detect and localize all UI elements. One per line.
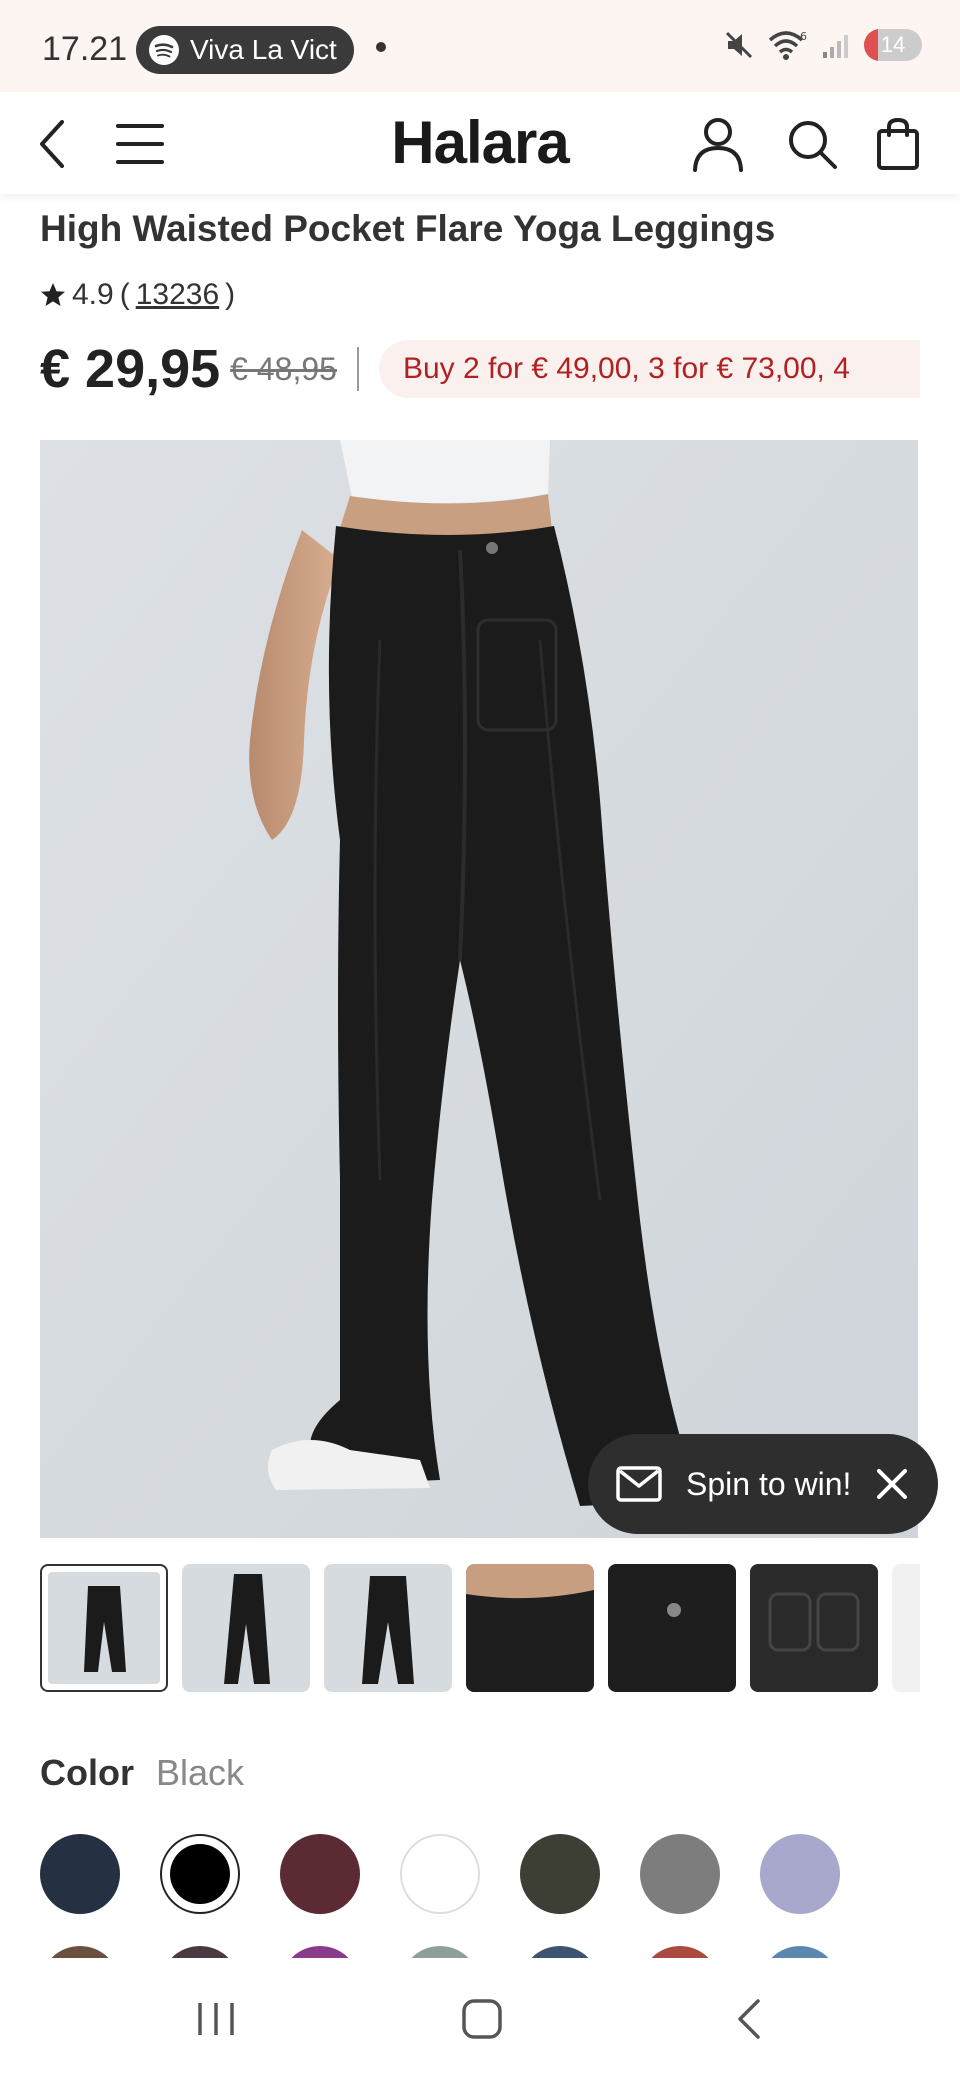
svg-text:6: 6 [800,30,807,43]
wifi-icon: 6 [768,30,807,60]
price-row: € 29,95 € 48,95 Buy 2 for € 49,00, 3 for… [40,334,920,404]
swatch-rust[interactable] [640,1946,720,1958]
swatch-magenta[interactable] [280,1946,360,1958]
swatch-burgundy[interactable] [280,1834,360,1914]
leggings-photo [40,440,918,1538]
price-divider [356,347,359,391]
thumbnail-3[interactable] [324,1564,452,1692]
battery-level: 14 [880,32,906,57]
system-navigation-bar [0,1958,960,2080]
notification-dot-icon [376,42,386,52]
image-thumbnail-strip[interactable] [40,1564,920,1694]
thumbnail-6[interactable] [750,1564,878,1692]
swatch-brown[interactable] [40,1946,120,1958]
swatch-black[interactable] [160,1834,240,1914]
bundle-promo-badge[interactable]: Buy 2 for € 49,00, 3 for € 73,00, 4 [378,340,920,398]
shopping-bag-button[interactable] [872,117,924,170]
swatch-navy[interactable] [40,1834,120,1914]
app-header: Halara [0,92,960,194]
search-button[interactable] [786,118,838,170]
signal-icon [823,35,848,58]
home-button[interactable] [452,1994,512,2044]
search-icon [789,121,837,169]
paren-open: ( [119,278,130,311]
now-playing-title: Viva La Vict [190,34,337,65]
spotify-icon [149,35,179,65]
swatch-sky-blue[interactable] [760,1946,840,1958]
swatch-sage[interactable] [400,1946,480,1958]
status-icons: 6 14 [722,28,922,62]
recent-apps-icon [198,2003,234,2035]
system-back-icon [738,1999,760,2039]
status-bar: 17.21 Viva La Vict 6 14 [0,0,960,92]
sale-price: € 29,95 [40,339,221,399]
selected-color-name: Black [156,1752,245,1793]
mail-icon [616,1461,662,1507]
spin-to-win-popup[interactable]: Spin to win! [588,1434,938,1534]
mute-icon [725,31,753,59]
original-price: € 48,95 [230,350,337,387]
rating-row: 4.9 ( 13236 ) [40,278,235,312]
color-label: Color [40,1752,134,1793]
recent-apps-button[interactable] [186,1994,246,2044]
now-playing-pill[interactable]: Viva La Vict [136,26,354,74]
rating-value: 4.9 [72,278,114,311]
swatch-white[interactable] [400,1834,480,1914]
swatch-olive[interactable] [520,1834,600,1914]
thumbnail-4[interactable] [466,1564,594,1692]
battery-indicator: 14 [864,29,922,61]
product-title: High Waisted Pocket Flare Yoga Leggings [40,208,776,249]
spin-to-win-label: Spin to win! [686,1465,852,1502]
account-icon [693,118,743,172]
paren-close: ) [225,278,236,311]
swatch-lavender[interactable] [760,1834,840,1914]
thumbnail-5[interactable] [608,1564,736,1692]
product-main-image[interactable] [40,440,918,1538]
close-popup-button[interactable] [872,1464,912,1504]
status-time: 17.21 [42,30,128,68]
close-icon [877,1469,907,1499]
thumbnail-1[interactable] [40,1564,168,1692]
color-swatch-row-2 [40,1946,920,1958]
bag-icon [877,117,919,170]
color-swatch-row [40,1834,920,1914]
account-button[interactable] [692,118,744,172]
system-back-button[interactable] [720,1994,780,2044]
home-icon [462,1999,502,2039]
swatch-slate-blue[interactable] [520,1946,600,1958]
swatch-plum[interactable] [160,1946,240,1958]
review-count-link[interactable]: 13236 [136,278,219,312]
thumbnail-2[interactable] [182,1564,310,1692]
star-icon [41,283,65,306]
swatch-gray[interactable] [640,1834,720,1914]
thumbnail-7[interactable] [892,1564,920,1692]
